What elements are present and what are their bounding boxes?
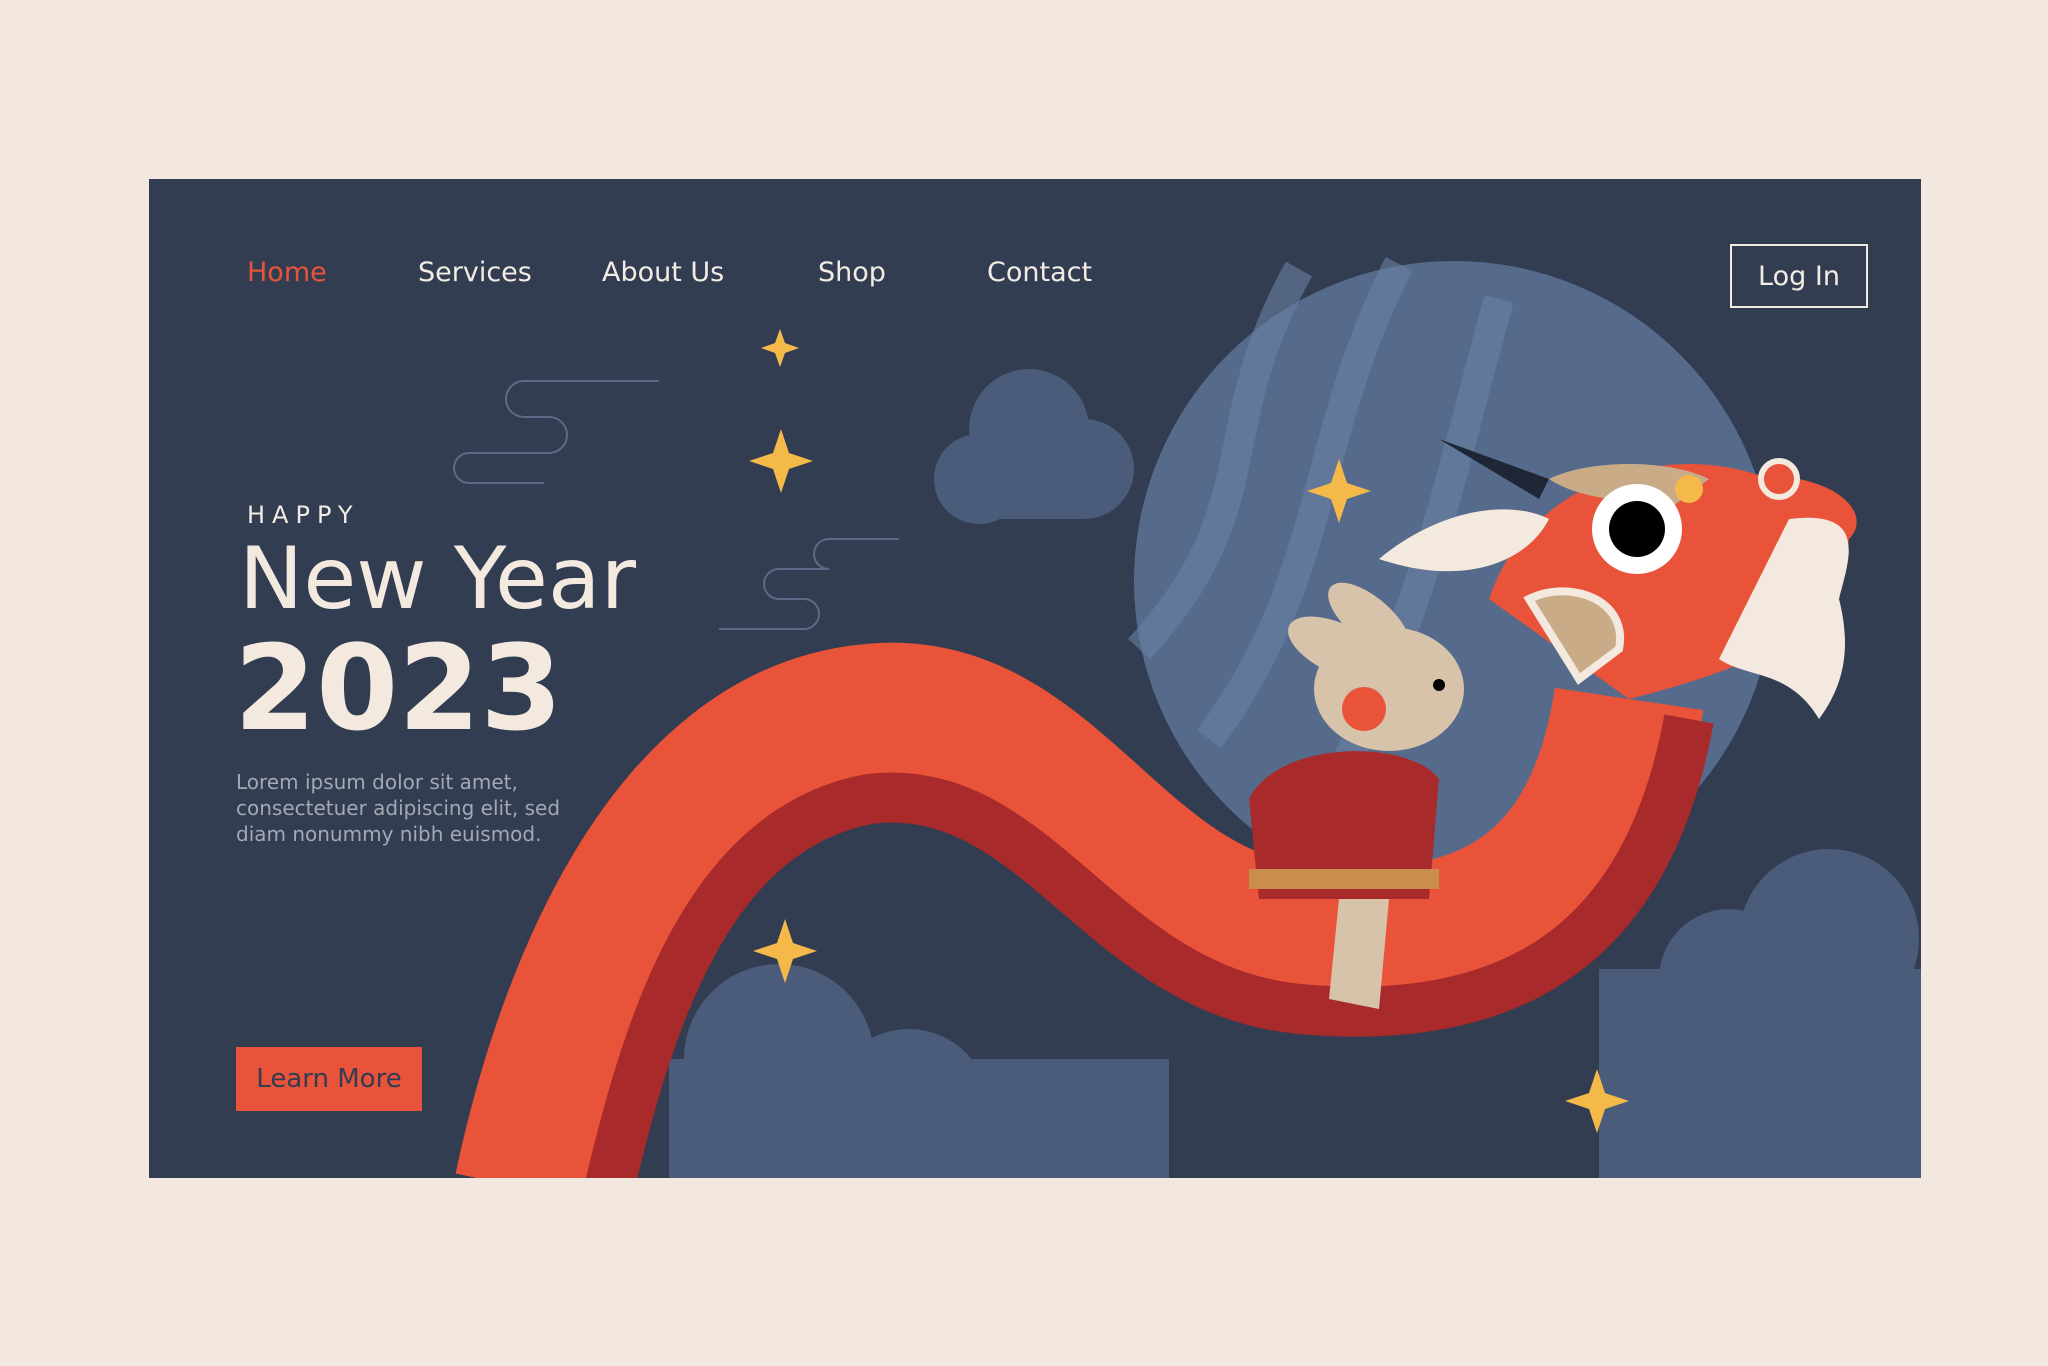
nav-about-us[interactable]: About Us [602,257,724,288]
hero-year: 2023 [234,619,563,757]
cloud-top [934,369,1134,524]
learn-more-button[interactable]: Learn More [236,1047,422,1111]
star-icon [749,429,813,493]
hero-eyebrow: HAPPY [247,501,360,529]
hero-title: New Year [239,529,636,629]
hero-card: Home Services About Us Shop Contact Log … [149,179,1921,1178]
nav-home[interactable]: Home [247,257,327,288]
star-icon [761,329,799,367]
nav-shop[interactable]: Shop [818,257,886,288]
login-button[interactable]: Log In [1730,244,1868,308]
nav-services[interactable]: Services [418,257,532,288]
nav-contact[interactable]: Contact [987,257,1092,288]
hero-description: Lorem ipsum dolor sit amet, consectetuer… [236,770,561,846]
